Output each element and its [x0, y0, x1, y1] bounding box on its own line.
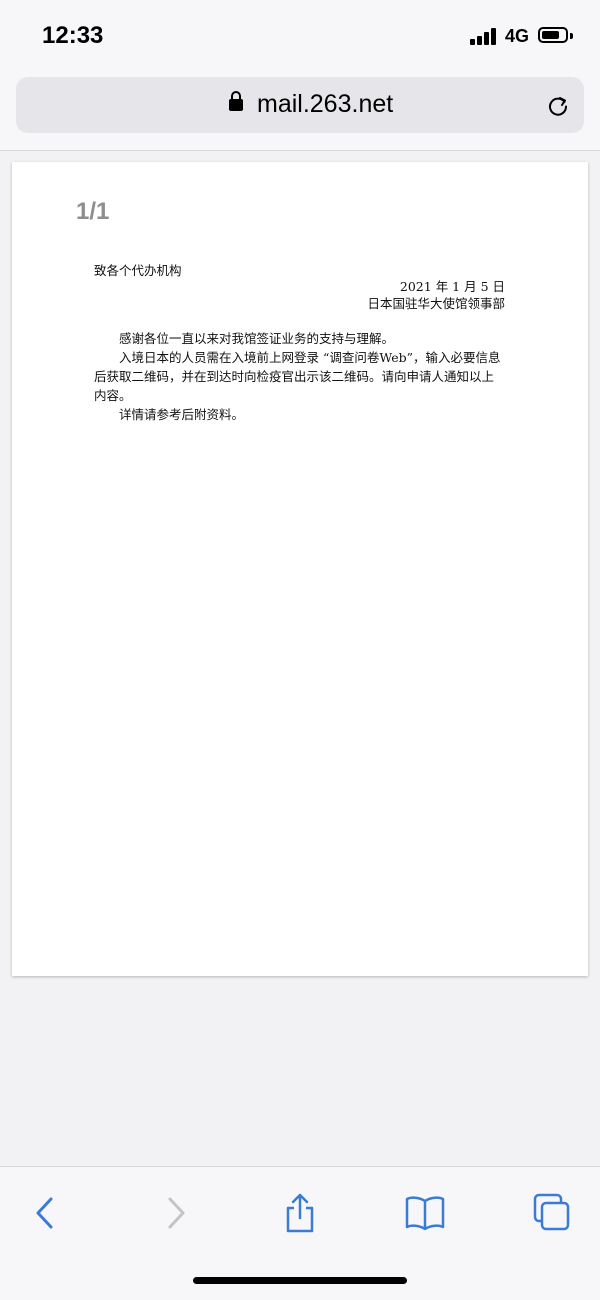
lock-icon — [229, 91, 243, 111]
reload-icon[interactable] — [546, 93, 570, 117]
document-page: 1/1 致各个代办机构 2021 年 1 月 5 日 日本国驻华大使馆领事部 感… — [12, 162, 588, 976]
doc-addressee: 致各个代办机构 — [94, 263, 182, 278]
network-type: 4G — [505, 26, 530, 46]
tabs-icon[interactable] — [530, 1191, 574, 1235]
home-indicator — [193, 1277, 407, 1284]
doc-paragraph: 详情请参考后附资料。 — [119, 407, 245, 422]
address-bar[interactable]: mail.263.net — [16, 77, 584, 133]
back-icon[interactable] — [24, 1191, 68, 1235]
forward-icon — [168, 1197, 185, 1229]
doc-paragraph: 感谢各位一直以来对我馆签证业务的支持与理解。 — [119, 331, 395, 346]
signal-icon — [470, 28, 500, 45]
browser-address-area: mail.263.net — [0, 72, 600, 151]
doc-body: 感谢各位一直以来对我馆签证业务的支持与理解。 入境日本的人员需在入境前上网登录 … — [94, 329, 506, 424]
bookmarks-icon[interactable] — [403, 1191, 447, 1235]
url-text[interactable]: mail.263.net — [257, 90, 393, 119]
doc-paragraph: 入境日本的人员需在入境前上网登录 “调查问卷Web”，输入必要信息后获取二维码，… — [94, 350, 501, 403]
status-time: 12:33 — [42, 22, 104, 49]
status-bar: 12:33 4G — [0, 0, 600, 72]
doc-organization: 日本国驻华大使馆领事部 — [367, 296, 505, 311]
page-indicator: 1/1 — [76, 198, 110, 225]
share-icon[interactable] — [278, 1191, 322, 1235]
battery-icon — [538, 27, 573, 43]
